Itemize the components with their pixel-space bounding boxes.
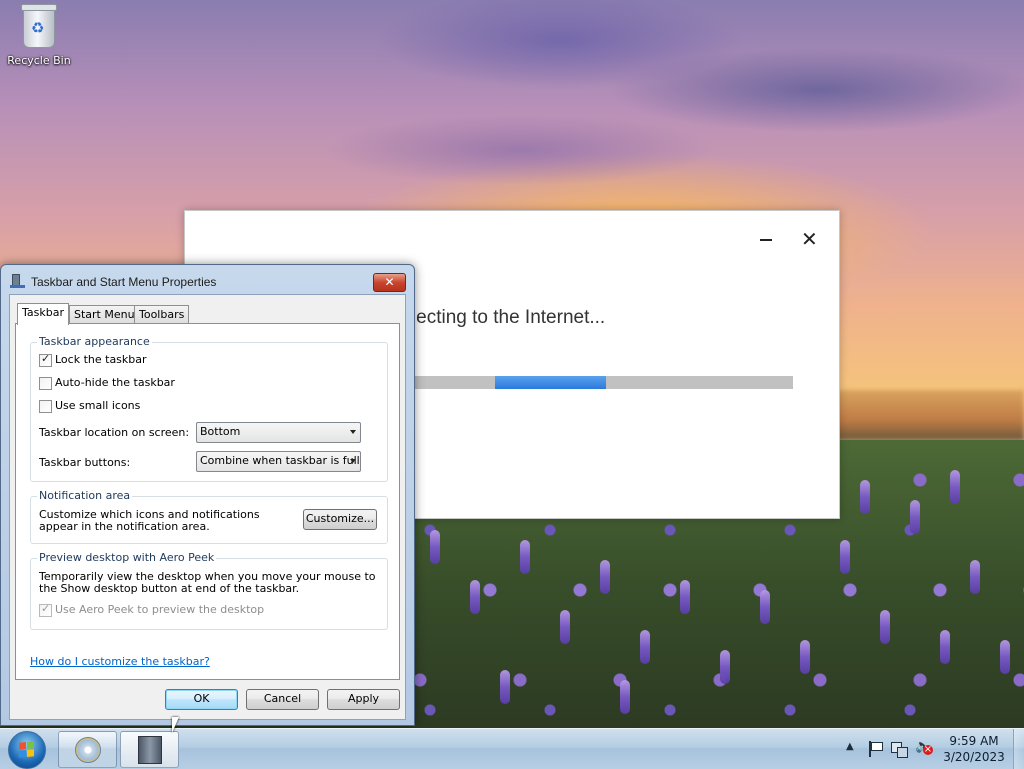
taskbar-button-properties[interactable] <box>120 731 179 768</box>
taskbar-button-media-player[interactable] <box>58 731 117 768</box>
wallpaper-flower <box>1000 640 1010 674</box>
wallpaper-flower <box>520 540 530 574</box>
wallpaper-flower <box>680 580 690 614</box>
checkbox-label: Use Aero Peek to preview the desktop <box>55 603 265 616</box>
taskbar-tab-panel: Taskbar appearance Lock the taskbar Auto… <box>15 323 400 680</box>
notification-area-group: Notification area Customize which icons … <box>30 489 388 544</box>
aero-peek-description: Temporarily view the desktop when you mo… <box>39 570 376 595</box>
recycle-bin-icon <box>21 4 57 48</box>
wallpaper-flower <box>880 610 890 644</box>
show-hidden-icons-icon[interactable]: ▲ <box>846 741 854 752</box>
wallpaper-flower <box>470 580 480 614</box>
close-button[interactable]: ✕ <box>801 229 818 249</box>
aero-peek-group: Preview desktop with Aero Peek Temporari… <box>30 551 388 630</box>
tab-start-menu[interactable]: Start Menu <box>69 305 140 324</box>
checkbox-box[interactable] <box>39 400 52 413</box>
checkbox-label: Use small icons <box>55 399 141 412</box>
connecting-message: nnecting to the Internet... <box>395 307 606 328</box>
group-title: Taskbar appearance <box>37 335 152 348</box>
ok-button[interactable]: OK <box>165 689 238 710</box>
volume-muted-icon[interactable] <box>915 739 933 757</box>
taskbar-buttons-label: Taskbar buttons: <box>39 456 131 469</box>
location-label: Taskbar location on screen: <box>39 426 190 439</box>
taskbar-appearance-group: Taskbar appearance Lock the taskbar Auto… <box>30 335 388 482</box>
wallpaper-flower <box>430 530 440 564</box>
taskbar-properties-dialog: Taskbar and Start Menu Properties ✕ Task… <box>0 264 415 726</box>
wallpaper-flower <box>970 560 980 594</box>
dialog-client-area: Taskbar Start Menu Toolbars Taskbar appe… <box>9 294 406 720</box>
taskbar-properties-icon <box>138 736 162 764</box>
wallpaper-flower <box>800 640 810 674</box>
wallpaper-flower <box>500 670 510 704</box>
checkbox-label: Auto-hide the taskbar <box>55 376 175 389</box>
cancel-button[interactable]: Cancel <box>246 689 319 710</box>
show-desktop-button[interactable] <box>1013 729 1024 769</box>
media-player-icon <box>75 737 101 763</box>
wallpaper-flower <box>840 540 850 574</box>
start-button[interactable] <box>8 731 46 769</box>
apply-button[interactable]: Apply <box>327 689 400 710</box>
notification-description: Customize which icons and notifications … <box>39 508 260 533</box>
dialog-close-button[interactable]: ✕ <box>373 273 406 292</box>
action-center-flag-icon[interactable] <box>867 741 883 757</box>
wallpaper-flower <box>720 650 730 684</box>
desktop-icon-recycle-bin[interactable]: Recycle Bin <box>6 4 72 67</box>
wallpaper-flower <box>760 590 770 624</box>
taskbar-location-select[interactable]: Bottom <box>196 422 361 443</box>
wallpaper-flower <box>910 500 920 534</box>
progress-bar <box>411 376 793 389</box>
wallpaper-lake <box>820 390 1024 440</box>
dialog-title: Taskbar and Start Menu Properties <box>31 275 217 289</box>
taskbar-properties-icon <box>10 274 26 288</box>
select-value: Bottom <box>200 425 241 438</box>
network-icon[interactable] <box>891 741 908 758</box>
group-title: Notification area <box>37 489 133 502</box>
wallpaper-flower <box>560 610 570 644</box>
minimize-button[interactable] <box>759 229 773 249</box>
wallpaper-flower <box>620 680 630 714</box>
help-link[interactable]: How do I customize the taskbar? <box>30 655 210 668</box>
checkbox-label: Lock the taskbar <box>55 353 147 366</box>
clock-time: 9:59 AM <box>949 734 999 748</box>
taskbar: ▲ 9:59 AM 3/20/2023 <box>0 728 1024 769</box>
select-value: Combine when taskbar is full <box>200 454 360 467</box>
wallpaper-flower <box>940 630 950 664</box>
checkbox-box[interactable] <box>39 352 52 367</box>
mouse-cursor-icon <box>172 717 179 733</box>
wallpaper-flower <box>600 560 610 594</box>
clock[interactable]: 9:59 AM 3/20/2023 <box>940 733 1008 765</box>
tab-toolbars[interactable]: Toolbars <box>134 305 190 324</box>
desktop-icon-label: Recycle Bin <box>7 54 71 67</box>
tab-taskbar[interactable]: Taskbar <box>17 303 69 325</box>
progress-bar-fill <box>495 376 606 389</box>
wallpaper-flower <box>860 480 870 514</box>
wallpaper-flower <box>640 630 650 664</box>
wallpaper-flower <box>950 470 960 504</box>
customize-button[interactable]: Customize... <box>303 509 377 530</box>
taskbar-buttons-select[interactable]: Combine when taskbar is full <box>196 451 361 472</box>
checkbox-box <box>39 602 52 617</box>
chevron-down-icon <box>350 459 356 463</box>
group-title: Preview desktop with Aero Peek <box>37 551 217 564</box>
clock-date: 3/20/2023 <box>943 750 1005 764</box>
checkbox-box[interactable] <box>39 377 52 390</box>
chevron-down-icon <box>350 430 356 434</box>
